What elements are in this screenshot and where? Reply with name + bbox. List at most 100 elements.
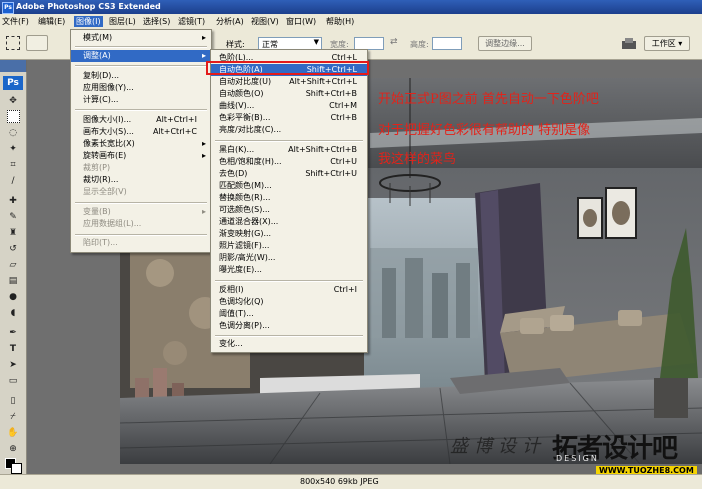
crop-tool-icon[interactable]: ⌗ [6, 158, 20, 172]
menu-item-apply-data-set[interactable]: 应用数据组(L)... [71, 218, 211, 230]
submenu-item-replace-color[interactable]: 替换颜色(R)... [211, 192, 367, 204]
menu-item-crop[interactable]: 裁剪(P) [71, 162, 211, 174]
slice-tool-icon[interactable]: ∕ [6, 174, 20, 188]
submenu-arrow-icon: ▸ [201, 151, 206, 160]
menu-edit[interactable]: 编辑(E) [38, 16, 65, 27]
rectangle-tool-icon[interactable]: ▭ [6, 374, 20, 388]
magic-wand-tool-icon[interactable]: ✦ [6, 142, 20, 156]
menu-item-calculations[interactable]: 计算(C)... [71, 94, 211, 106]
marquee-tool-icon[interactable] [7, 110, 20, 123]
menu-item-image-size[interactable]: 图像大小(I)... Alt+Ctrl+I [71, 114, 211, 126]
marquee-tool-preset-icon[interactable] [6, 36, 20, 50]
hand-tool-icon[interactable]: ✋ [6, 426, 20, 440]
zoom-tool-icon[interactable]: ⊕ [6, 442, 20, 456]
brush-tool-icon[interactable]: ✎ [6, 210, 20, 224]
status-bar: 800x540 69kb JPEG [0, 474, 702, 489]
menu-item-canvas-size[interactable]: 画布大小(S)... Alt+Ctrl+C [71, 126, 211, 138]
workspace-button[interactable]: 工作区 ▾ [644, 36, 690, 51]
annotation-line-2: 对于把握好色彩很有帮助的 特别是像 [378, 123, 591, 138]
history-brush-tool-icon[interactable]: ↺ [6, 242, 20, 256]
chevron-down-icon: ▼ [313, 38, 319, 46]
submenu-item-variations[interactable]: 变化... [211, 338, 367, 350]
annotation-line-3: 我这样的菜鸟 [378, 152, 457, 167]
window-title: Adobe Photoshop CS3 Extended [16, 2, 161, 11]
menu-item-adjustments[interactable]: 调整(A) ▸ [71, 50, 211, 62]
height-label: 高度: [410, 40, 429, 49]
bridge-icon[interactable] [620, 36, 638, 51]
submenu-arrow-icon: ▸ [201, 33, 206, 42]
refine-edge-button[interactable]: 调整边缘... [478, 36, 532, 51]
menu-file[interactable]: 文件(F) [2, 16, 29, 27]
gradient-tool-icon[interactable]: ▤ [6, 274, 20, 288]
menu-item-rotate-canvas[interactable]: 旋转画布(E) ▸ [71, 150, 211, 162]
menu-filter[interactable]: 滤镜(T) [178, 16, 205, 27]
menu-item-trim[interactable]: 裁切(R)... [71, 174, 211, 186]
submenu-item-gradient-map[interactable]: 渐变映射(G)... [211, 228, 367, 240]
menu-item-apply-image[interactable]: 应用图像(Y)... [71, 82, 211, 94]
submenu-item-threshold[interactable]: 阈值(T)... [211, 308, 367, 320]
notes-tool-icon[interactable]: ▯ [6, 394, 20, 408]
dodge-tool-icon[interactable]: ◖ [6, 306, 20, 320]
submenu-item-auto-contrast[interactable]: 自动对比度(U) Alt+Shift+Ctrl+L [211, 76, 367, 88]
studio-watermark: 盛博设计 [450, 436, 546, 457]
menu-separator [215, 280, 363, 282]
menu-separator [75, 65, 207, 67]
menu-item-pixel-aspect[interactable]: 像素长宽比(X) ▸ [71, 138, 211, 150]
site-sub-watermark: DESIGN [556, 454, 599, 463]
clone-stamp-tool-icon[interactable]: ♜ [6, 226, 20, 240]
submenu-item-equalize[interactable]: 色调均化(Q) [211, 296, 367, 308]
menu-item-variables[interactable]: 变量(B) ▸ [71, 206, 211, 218]
submenu-item-selective-color[interactable]: 可选颜色(S)... [211, 204, 367, 216]
submenu-item-color-balance[interactable]: 色彩平衡(B)... Ctrl+B [211, 112, 367, 124]
menu-item-trap[interactable]: 陷印(T)... [71, 237, 211, 249]
eyedropper-tool-icon[interactable]: ⌿ [6, 410, 20, 424]
submenu-item-hue-saturation[interactable]: 色相/饱和度(H)... Ctrl+U [211, 156, 367, 168]
lasso-tool-icon[interactable]: ◌ [6, 126, 20, 140]
submenu-item-black-white[interactable]: 黑白(K)... Alt+Shift+Ctrl+B [211, 144, 367, 156]
pen-tool-icon[interactable]: ✒ [6, 326, 20, 340]
menu-separator [75, 46, 207, 48]
submenu-item-shadow-highlight[interactable]: 阴影/高光(W)... [211, 252, 367, 264]
submenu-item-posterize[interactable]: 色调分离(P)... [211, 320, 367, 332]
menu-separator [215, 140, 363, 142]
menu-view[interactable]: 视图(V) [251, 16, 279, 27]
submenu-item-desaturate[interactable]: 去色(D) Shift+Ctrl+U [211, 168, 367, 180]
submenu-item-invert[interactable]: 反相(I) Ctrl+I [211, 284, 367, 296]
submenu-item-brightness-contrast[interactable]: 亮度/对比度(C)... [211, 124, 367, 136]
menu-layer[interactable]: 图层(L) [109, 16, 136, 27]
selection-mode-buttons[interactable] [26, 35, 48, 51]
submenu-item-curves[interactable]: 曲线(V)... Ctrl+M [211, 100, 367, 112]
eraser-tool-icon[interactable]: ▱ [6, 258, 20, 272]
menu-separator [215, 335, 363, 337]
ps-logo-icon[interactable]: Ps [3, 76, 23, 90]
menu-image[interactable]: 图像(I) [74, 16, 103, 27]
submenu-item-channel-mixer[interactable]: 通道混合器(X)... [211, 216, 367, 228]
menu-item-mode[interactable]: 模式(M) ▸ [71, 32, 211, 44]
menu-select[interactable]: 选择(S) [143, 16, 170, 27]
move-tool-icon[interactable]: ✥ [6, 94, 20, 108]
submenu-item-photo-filter[interactable]: 照片滤镜(F)... [211, 240, 367, 252]
submenu-arrow-icon: ▸ [201, 139, 206, 148]
healing-brush-tool-icon[interactable]: ✚ [6, 194, 20, 208]
menu-separator [75, 202, 207, 204]
ps-mini-icon: Ps [2, 2, 14, 14]
path-selection-tool-icon[interactable]: ➤ [6, 358, 20, 372]
swap-icon[interactable]: ⇄ [390, 37, 398, 47]
annotation-line-1: 开始正式P图之前 首先自动一下色阶吧 [378, 92, 599, 107]
toolbox-header[interactable] [0, 60, 26, 72]
submenu-item-exposure[interactable]: 曝光度(E)... [211, 264, 367, 276]
background-color-swatch[interactable] [11, 463, 22, 474]
menu-item-reveal-all[interactable]: 显示全部(V) [71, 186, 211, 198]
type-tool-icon[interactable]: T [6, 342, 20, 356]
menu-analysis[interactable]: 分析(A) [216, 16, 244, 27]
annotation-highlight-box [206, 61, 369, 75]
submenu-item-auto-color[interactable]: 自动颜色(O) Shift+Ctrl+B [211, 88, 367, 100]
height-field[interactable] [432, 37, 462, 50]
menu-item-duplicate[interactable]: 复制(D)... [71, 70, 211, 82]
toolbox: Ps ✥ ◌ ✦ ⌗ ∕ ✚ ✎ ♜ ↺ ▱ ▤ ● ◖ ✒ T ➤ ▭ ▯ ⌿… [0, 60, 27, 474]
menu-window[interactable]: 窗口(W) [286, 16, 316, 27]
blur-tool-icon[interactable]: ● [6, 290, 20, 304]
menu-help[interactable]: 帮助(H) [326, 16, 354, 27]
submenu-item-match-color[interactable]: 匹配颜色(M)... [211, 180, 367, 192]
title-bar: Ps Adobe Photoshop CS3 Extended [0, 0, 702, 14]
